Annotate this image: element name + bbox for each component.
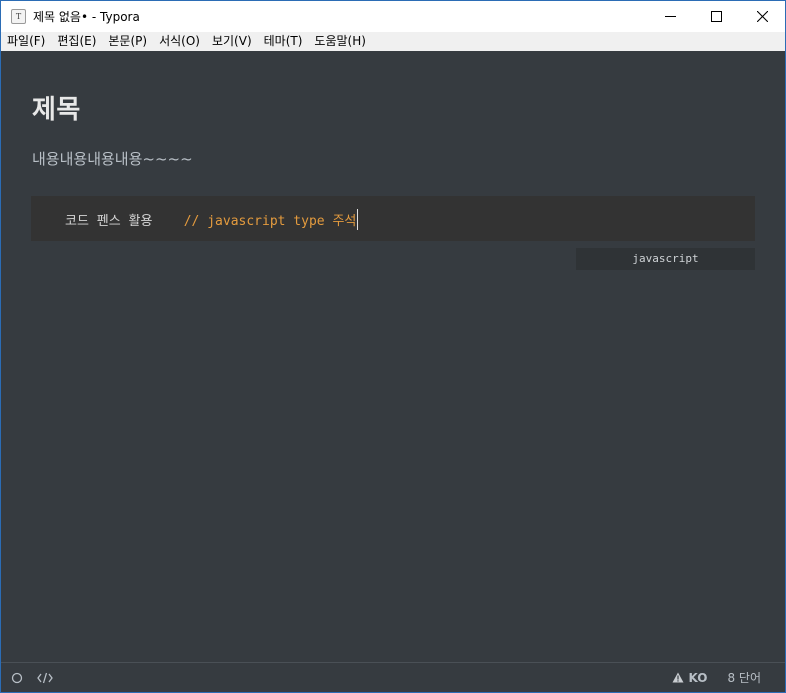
status-left [11, 672, 67, 684]
code-language-input[interactable]: javascript [576, 248, 755, 270]
code-comment: // javascript type 주석 [183, 214, 357, 229]
outline-toggle-button[interactable] [11, 672, 23, 684]
spellcheck-language-button[interactable]: KO [672, 670, 708, 685]
window-title: 제목 없음• - Typora [33, 10, 140, 24]
status-bar: KO 8 단어 [1, 662, 785, 692]
minimize-icon [664, 16, 676, 17]
title-bar: T 제목 없음• - Typora [1, 1, 785, 32]
spellcheck-language-label: KO [688, 670, 708, 685]
outline-circle-icon [11, 672, 23, 683]
menu-file[interactable]: 파일(F) [1, 32, 51, 51]
menu-bar: 파일(F) 편집(E) 본문(P) 서식(O) 보기(V) 테마(T) 도움말(… [1, 32, 785, 51]
word-count[interactable]: 8 단어 [727, 669, 761, 686]
text-caret [357, 209, 359, 230]
typora-window: T 제목 없음• - Typora 파일(F) 편집(E) 본문(P) 서식(O… [0, 0, 786, 693]
menu-format[interactable]: 서식(O) [153, 32, 206, 51]
maximize-icon [710, 11, 722, 22]
maximize-button[interactable] [693, 1, 739, 32]
menu-paragraph[interactable]: 본문(P) [102, 32, 153, 51]
close-button[interactable] [739, 1, 785, 32]
source-code-mode-button[interactable] [37, 672, 53, 684]
minimize-button[interactable] [647, 1, 693, 32]
warning-icon [672, 672, 683, 683]
typora-app-icon: T [11, 9, 26, 24]
menu-edit[interactable]: 편집(E) [51, 32, 102, 51]
document-paragraph[interactable]: 내용내용내용내용~~~~ [32, 148, 193, 169]
source-code-icon [37, 672, 53, 683]
document-heading[interactable]: 제목 [32, 89, 81, 126]
code-line[interactable]: 코드 펜스 활용 // javascript type 주석 [65, 209, 359, 230]
menu-view[interactable]: 보기(V) [206, 32, 258, 51]
close-icon [756, 11, 768, 22]
editor-area[interactable]: 제목 내용내용내용내용~~~~ 코드 펜스 활용 // javascript t… [1, 51, 785, 662]
code-fence-block[interactable]: 코드 펜스 활용 // javascript type 주석 [31, 196, 755, 241]
window-controls [647, 1, 785, 32]
code-text: 코드 펜스 활용 [65, 214, 153, 229]
menu-help[interactable]: 도움말(H) [308, 32, 372, 51]
status-right: KO 8 단어 [672, 669, 761, 686]
menu-themes[interactable]: 테마(T) [258, 32, 309, 51]
